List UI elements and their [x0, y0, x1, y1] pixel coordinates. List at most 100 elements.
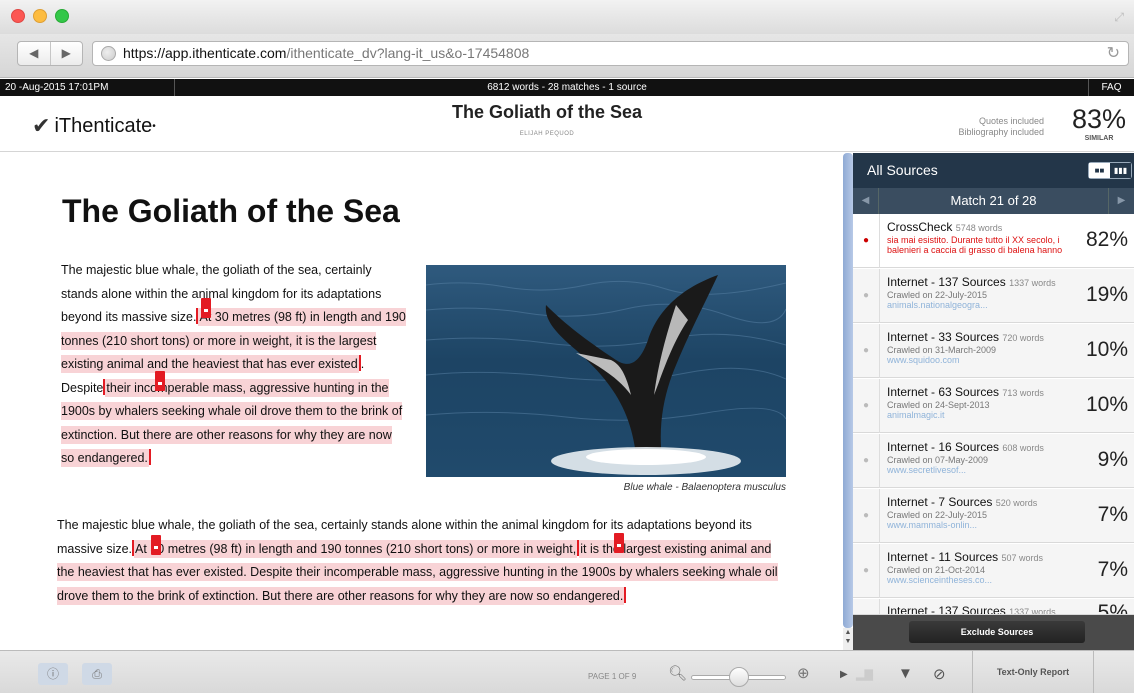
source-percent: 19% — [1085, 283, 1128, 306]
match-number-tag[interactable] — [155, 371, 165, 391]
highlighted-match[interactable]: their incomperable mass, aggressive hunt… — [61, 378, 403, 467]
source-link[interactable]: www.secretlivesof... — [887, 465, 966, 475]
globe-icon — [101, 46, 116, 61]
source-item[interactable]: ● Internet - 137 Sources 1337 words Craw… — [853, 269, 1134, 323]
source-percent: 9% — [1097, 448, 1128, 471]
source-crawled: Crawled on 22-July-2015 — [887, 290, 988, 300]
source-crawled: Crawled on 07-May-2009 — [887, 455, 989, 465]
list-view-icon[interactable]: ■■ — [1089, 163, 1110, 178]
previous-match-icon[interactable]: ◀ — [853, 188, 879, 214]
forward-button[interactable]: ▶ — [51, 42, 83, 65]
image-caption: Blue whale - Balaenoptera musculus — [623, 482, 786, 493]
zoom-window-button[interactable] — [55, 9, 69, 23]
browser-window: ⤢ ◀ ▶ https://app.ithenticate.com/ithent… — [0, 0, 1134, 693]
back-button[interactable]: ◀ — [18, 42, 51, 65]
source-indicator: ● — [853, 324, 880, 378]
address-bar[interactable]: https://app.ithenticate.com/ithenticate_… — [92, 41, 1129, 66]
source-item[interactable]: ● CrossCheck 5748 words sia mai esistito… — [853, 214, 1134, 268]
source-item[interactable]: ● Internet - 11 Sources 507 words Crawle… — [853, 544, 1134, 598]
source-indicator: ● — [853, 434, 880, 488]
source-percent: 82% — [1085, 228, 1128, 251]
source-link[interactable]: www.mammals-onlin... — [887, 520, 977, 530]
source-item[interactable]: ● Internet - 63 Sources 713 words Crawle… — [853, 379, 1134, 433]
navigation-bar: ◀ ▶ https://app.ithenticate.com/ithentic… — [0, 34, 1134, 78]
source-title: Internet - 33 Sources — [887, 330, 1000, 344]
source-percent: 7% — [1097, 503, 1128, 526]
text-only-report-button[interactable]: Text-Only Report — [973, 651, 1093, 693]
info-button[interactable]: ⓘ — [38, 663, 68, 685]
source-indicator: ● — [853, 214, 880, 268]
source-indicator: ● — [853, 544, 880, 598]
source-indicator: ● — [853, 489, 880, 543]
match-marker[interactable] — [148, 449, 151, 465]
history-buttons: ◀ ▶ — [17, 41, 83, 66]
zoom-slider-handle[interactable] — [728, 667, 749, 687]
whale-tail-image — [426, 265, 786, 477]
filter-settings[interactable]: Quotes included Bibliography included — [958, 116, 1044, 138]
document-viewer[interactable]: The Goliath of the Sea The majestic blue… — [0, 153, 843, 650]
source-indicator: ● — [853, 599, 880, 614]
fullscreen-icon[interactable]: ⤢ — [1114, 10, 1124, 25]
bottom-toolbar: ⓘ ⎙ PAGE 1 OF 9 🔍︎ ⊕ ▶ ▂▇ ▼ ⊘ Text-Only … — [0, 650, 1134, 693]
match-counter: Match 21 of 28 — [950, 193, 1037, 208]
filter-icon[interactable]: ▼ — [898, 665, 913, 682]
source-percent: 10% — [1085, 393, 1128, 416]
source-link[interactable]: animalmagic.it — [887, 410, 945, 420]
play-icon[interactable]: ▶ — [840, 669, 848, 680]
match-marker[interactable] — [624, 586, 627, 603]
report-datetime: 20 -Aug-2015 17:01PM — [5, 79, 175, 96]
source-crawled: Crawled on 21-Oct-2014 — [887, 565, 986, 575]
source-words: 1337 words — [1009, 607, 1056, 615]
exclude-area: Exclude Sources — [853, 615, 1134, 650]
bibliography-setting: Bibliography included — [958, 127, 1044, 137]
highlighted-match[interactable]: At 30 metres (98 ft) in length and 190 t… — [134, 539, 578, 558]
page-indicator: PAGE 1 OF 9 — [588, 672, 637, 681]
zoom-in-icon[interactable]: ⊕ — [797, 664, 810, 682]
url-host: https://app.ithenticate.com — [123, 45, 287, 61]
source-link[interactable]: www.squidoo.com — [887, 355, 960, 365]
source-item[interactable]: ● Internet - 7 Sources 520 words Crawled… — [853, 489, 1134, 543]
zoom-out-icon[interactable]: 🔍︎ — [668, 664, 687, 682]
report-header: ✔ iThenticate • The Goliath of the Sea EL… — [0, 96, 1134, 152]
source-words: 608 words — [1002, 443, 1044, 453]
source-link[interactable]: www.scienceintheses.co... — [887, 575, 992, 585]
bar-chart-view-icon[interactable]: ▮▮▮ — [1110, 163, 1131, 178]
info-icon: ⓘ — [46, 667, 59, 681]
title-bar: ⤢ — [0, 0, 1134, 34]
paragraph-2: The majestic blue whale, the goliath of … — [57, 514, 787, 608]
match-number-tag[interactable] — [614, 533, 624, 553]
faq-link[interactable]: FAQ — [1088, 79, 1134, 96]
scroll-arrows[interactable]: ▲ ▼ — [843, 628, 853, 650]
exclude-sources-button[interactable]: Exclude Sources — [909, 621, 1085, 643]
similarity-label: SIMILAR — [1084, 135, 1114, 142]
document-scrollbar[interactable] — [843, 153, 853, 628]
minimize-window-button[interactable] — [33, 9, 47, 23]
report-status-bar: 6812 words - 28 matches - 1 source 20 -A… — [0, 79, 1134, 96]
match-number-tag[interactable] — [151, 535, 161, 555]
url-path: /ithenticate_dv?lang-it_us&o-17454808 — [286, 45, 530, 61]
bar-chart-icon[interactable]: ▂▇ — [856, 668, 873, 681]
source-title: Internet - 11 Sources — [887, 550, 999, 564]
source-indicator: ● — [853, 269, 880, 323]
similarity-score: 83% SIMILAR — [1066, 104, 1132, 142]
source-words: 5748 words — [955, 223, 1003, 233]
source-words: 1337 words — [1009, 278, 1056, 288]
source-item[interactable]: ● Internet - 33 Sources 720 words Crawle… — [853, 324, 1134, 378]
exclude-icon[interactable]: ⊘ — [933, 665, 946, 683]
match-number-tag[interactable] — [201, 298, 211, 318]
source-title: Internet - 16 Sources — [887, 440, 1000, 454]
source-title: CrossCheck — [887, 220, 953, 234]
source-item[interactable]: ● Internet - 137 Sources 1337 words 5% — [853, 599, 1134, 615]
paragraph-1: The majestic blue whale, the goliath of … — [61, 259, 406, 471]
reload-icon[interactable]: ↻ — [1107, 42, 1120, 65]
toolbar-divider — [1093, 651, 1094, 693]
source-percent: 7% — [1097, 558, 1128, 581]
next-match-icon[interactable]: ▶ — [1108, 188, 1134, 214]
print-button[interactable]: ⎙ — [82, 663, 112, 685]
view-toggle[interactable]: ■■ ▮▮▮ — [1088, 162, 1132, 179]
match-navigator: ◀ Match 21 of 28 ▶ — [853, 188, 1134, 214]
sources-header: All Sources ■■ ▮▮▮ — [853, 153, 1134, 188]
source-link[interactable]: animals.nationalgeogra... — [887, 300, 988, 310]
source-item[interactable]: ● Internet - 16 Sources 608 words Crawle… — [853, 434, 1134, 488]
close-window-button[interactable] — [11, 9, 25, 23]
